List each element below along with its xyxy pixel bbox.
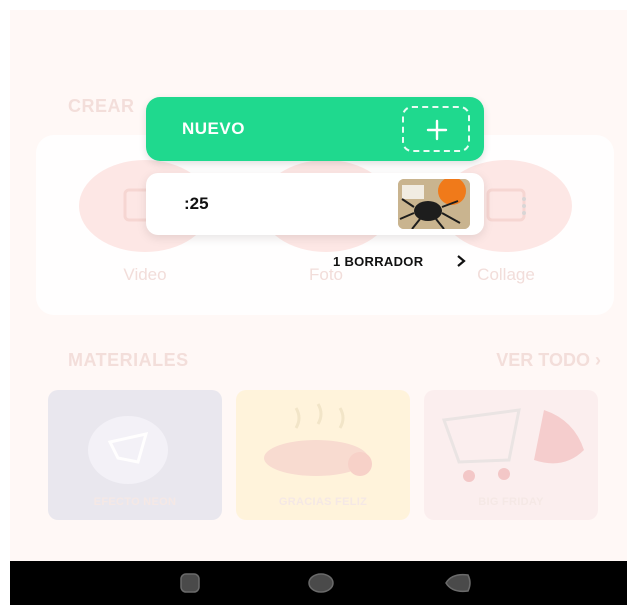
- draft-item[interactable]: :25: [146, 173, 526, 235]
- system-nav-bar: [10, 561, 627, 605]
- crear-title: CREAR: [68, 96, 135, 116]
- spider-pumpkin-image: [398, 179, 470, 229]
- chevron-right-icon[interactable]: [456, 255, 466, 267]
- ver-todo-link[interactable]: VER TODO ›: [496, 350, 601, 371]
- plus-icon: [426, 119, 448, 141]
- back-icon[interactable]: [442, 571, 474, 595]
- more-options-icon[interactable]: [520, 195, 528, 217]
- material-card-gracias[interactable]: GRACIAS FELIZ: [236, 390, 410, 520]
- material-label: GRACIAS FELIZ: [278, 496, 368, 508]
- material-label: EFECTO NEON: [93, 496, 177, 508]
- drafts-label: 1 BORRADOR: [333, 254, 424, 269]
- material-label: BIG FRIDAY: [478, 496, 544, 508]
- add-box: [402, 106, 470, 152]
- app-screen: CREAR Video Foto Collage MATERIALES VER …: [10, 10, 627, 605]
- home-icon[interactable]: [306, 571, 336, 595]
- create-collage-label: Collage: [477, 265, 535, 284]
- ver-todo-label: VER TODO: [496, 350, 590, 370]
- draft-thumbnail: [398, 179, 470, 229]
- materials-title: MATERIALES: [68, 350, 189, 370]
- new-project-label: NUEVO: [182, 119, 245, 138]
- draft-duration: :25: [184, 194, 209, 213]
- chevron-right-icon: ›: [595, 350, 601, 370]
- recent-apps-icon[interactable]: [177, 571, 203, 595]
- material-card-big-friday[interactable]: BIG FRIDAY: [424, 390, 598, 520]
- material-card-neon[interactable]: EFECTO NEON: [48, 390, 222, 520]
- drafts-link[interactable]: 1 BORRADOR: [333, 254, 423, 269]
- new-project-button[interactable]: NUEVO: [146, 97, 484, 161]
- create-video-label: Video: [123, 265, 167, 284]
